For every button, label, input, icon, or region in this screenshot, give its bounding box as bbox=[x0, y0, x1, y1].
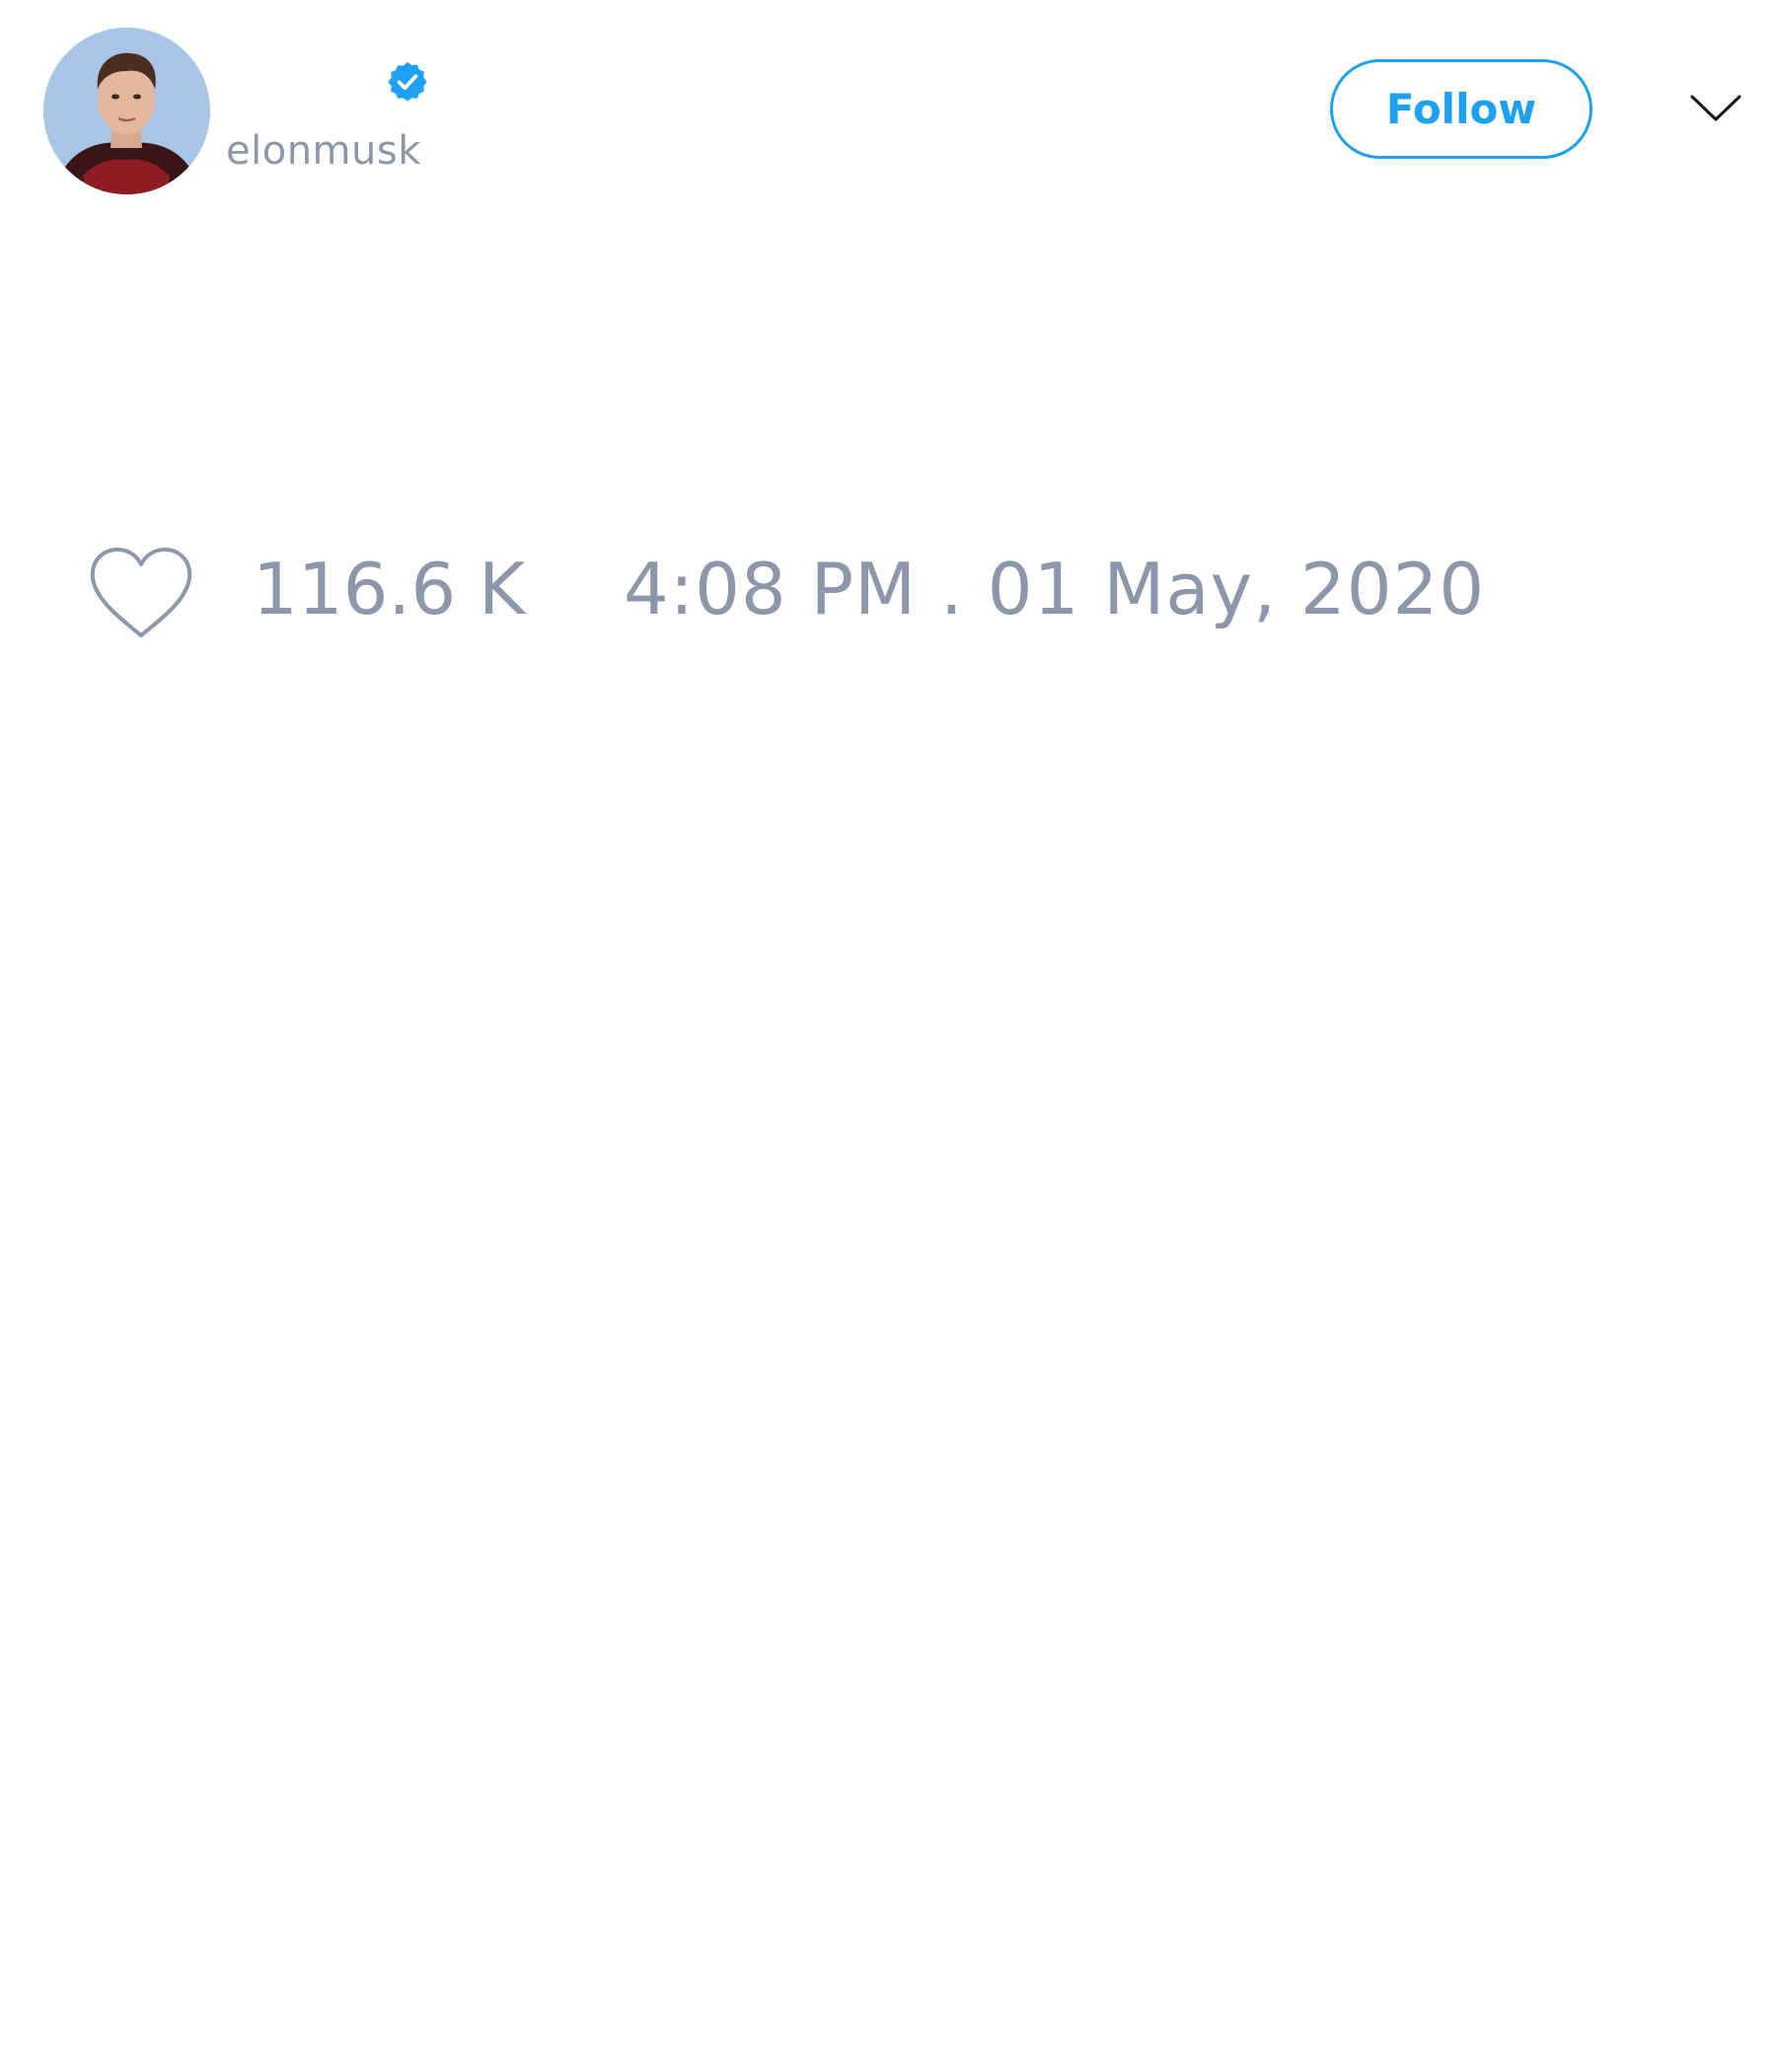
heart-icon[interactable] bbox=[88, 545, 194, 641]
chevron-down-icon[interactable] bbox=[1689, 89, 1742, 128]
username[interactable]: elonmusk bbox=[226, 126, 421, 176]
verified-badge-icon bbox=[388, 61, 427, 102]
display-name[interactable] bbox=[227, 61, 228, 101]
follow-button[interactable]: Follow bbox=[1330, 59, 1592, 159]
tweet-footer: 116.6 K 4:08 PM . 01 May, 2020 bbox=[0, 538, 1776, 646]
avatar[interactable] bbox=[43, 28, 210, 194]
timestamp[interactable]: 4:08 PM . 01 May, 2020 bbox=[624, 548, 1485, 630]
tweet-card: elonmusk Follow 116.6 K 4:08 PM . 01 May… bbox=[0, 0, 1776, 2072]
like-count: 116.6 K bbox=[253, 548, 526, 630]
profile-photo bbox=[43, 28, 210, 194]
